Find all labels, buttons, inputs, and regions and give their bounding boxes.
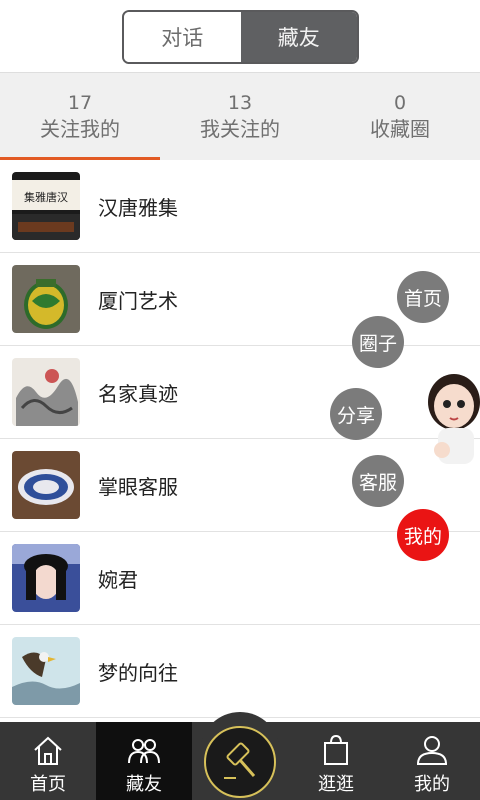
nav-home[interactable]: 首页 (0, 722, 96, 800)
following-count: 13 (227, 91, 253, 114)
nav-browse-label: 逛逛 (318, 774, 354, 795)
stats-tabs: 17 关注我的 13 我关注的 0 收藏圈 (0, 72, 480, 160)
collections-count: 0 (393, 91, 407, 114)
followers-count: 17 (67, 91, 93, 114)
segmented-control: 对话 藏友 (122, 10, 359, 64)
nav-mine[interactable]: 我的 (384, 722, 480, 800)
nav-browse[interactable]: 逛逛 (288, 722, 384, 800)
shopping-bag-icon (324, 734, 348, 765)
nav-friends[interactable]: 藏友 (96, 722, 192, 800)
tab-collect-friends[interactable]: 藏友 (240, 12, 357, 62)
people-icon (128, 739, 160, 764)
home-icon (34, 736, 62, 765)
nav-mine-label: 我的 (414, 774, 450, 795)
avatar (12, 451, 80, 519)
hammer-icon (224, 742, 256, 779)
float-home-button[interactable]: 首页 (397, 271, 449, 323)
nav-home-label: 首页 (30, 774, 66, 795)
friend-name: 名家真迹 (98, 381, 178, 406)
tab-following[interactable]: 13 我关注的 (160, 73, 320, 160)
bottom-nav: 首页 藏友 逛逛 我的 (0, 712, 480, 800)
avatar (12, 544, 80, 612)
friend-name: 梦的向往 (98, 660, 178, 685)
avatar: 集雅唐汉 (12, 172, 80, 240)
avatar (12, 637, 80, 705)
friend-name: 婉君 (98, 567, 138, 592)
tab-followers[interactable]: 17 关注我的 (0, 73, 160, 160)
float-share-button[interactable]: 分享 (330, 388, 382, 440)
list-item[interactable]: 名家真迹 (0, 346, 480, 439)
list-item[interactable]: 集雅唐汉 汉唐雅集 (0, 160, 480, 253)
avatar (12, 358, 80, 426)
avatar (12, 265, 80, 333)
friend-name: 厦门艺术 (98, 288, 178, 313)
collections-label: 收藏圈 (370, 116, 430, 141)
float-circle-button[interactable]: 圈子 (352, 316, 404, 368)
tab-collections[interactable]: 0 收藏圈 (320, 73, 480, 160)
nav-auction[interactable] (192, 712, 288, 800)
avatar-calligraphy: 集雅唐汉 (24, 190, 68, 204)
float-service-button[interactable]: 客服 (352, 455, 404, 507)
followers-label: 关注我的 (40, 116, 120, 141)
mascot-icon[interactable] (424, 372, 480, 472)
top-bar: 对话 藏友 (0, 0, 480, 72)
following-label: 我关注的 (200, 116, 280, 141)
tab-dialog[interactable]: 对话 (124, 12, 241, 62)
friend-name: 汉唐雅集 (98, 195, 178, 220)
friend-name: 掌眼客服 (98, 474, 178, 499)
nav-friends-label: 藏友 (126, 774, 162, 795)
friend-list: 集雅唐汉 汉唐雅集 厦门艺术 名家真迹 掌眼客服 婉君 梦的向往 (0, 160, 480, 718)
list-item[interactable]: 梦的向往 (0, 625, 480, 718)
float-mine-button[interactable]: 我的 (397, 509, 449, 561)
auction-button[interactable] (204, 726, 276, 798)
user-icon (416, 736, 448, 765)
